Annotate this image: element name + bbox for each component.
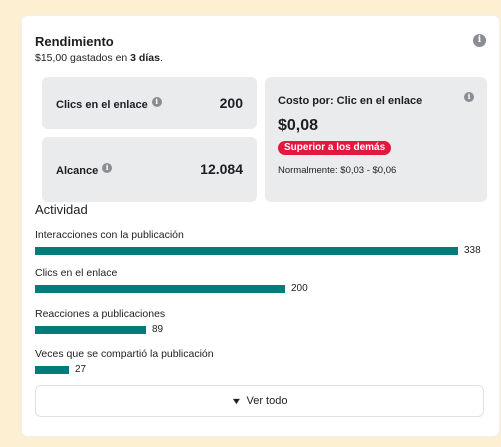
reach-tile: Alcance i 12.084 <box>42 137 257 202</box>
subtitle-suffix: . <box>159 52 163 64</box>
activity-bar-line: 338 <box>35 245 491 258</box>
see-all-button[interactable]: ▼ Ver todo <box>35 385 484 417</box>
cost-per-click-label: Costo por: Clic en el enlace <box>278 95 423 107</box>
link-clicks-value: 200 <box>219 95 243 111</box>
status-badge: Superior a los demás <box>278 141 392 155</box>
activity-row: Clics en el enlace 200 <box>35 267 491 296</box>
activity-row-label: Reacciones a publicaciones <box>35 308 166 320</box>
normal-range-text: Normalmente: $0,03 - $0,06 <box>278 165 397 176</box>
performance-title: Rendimiento <box>35 34 114 49</box>
reach-label: Alcance <box>56 165 99 177</box>
activity-row: Interacciones con la publicación 338 <box>35 229 491 258</box>
info-icon[interactable]: i <box>151 97 162 107</box>
activity-row-label: Interacciones con la publicación <box>35 229 184 241</box>
info-icon[interactable]: i <box>102 163 113 173</box>
activity-bar <box>35 247 458 255</box>
info-icon[interactable]: i <box>464 92 474 102</box>
info-icon[interactable]: i <box>473 34 486 47</box>
activity-bar <box>35 285 285 293</box>
reach-label-wrap: Alcance i <box>56 163 113 177</box>
subtitle-days: 3 días <box>130 52 160 64</box>
activity-bar-value: 338 <box>464 245 481 256</box>
activity-row: Veces que se compartió la publicación 27 <box>35 348 491 377</box>
cost-per-click-value: $0,08 <box>278 117 319 134</box>
activity-bar-line: 27 <box>35 364 491 377</box>
activity-bar-value: 27 <box>75 364 87 375</box>
performance-header: Rendimiento $15,00 gastados en 3 días. i <box>35 34 486 64</box>
reach-value: 12.084 <box>200 161 243 177</box>
activity-row-label: Clics en el enlace <box>35 267 118 279</box>
activity-bar-value: 89 <box>152 324 164 335</box>
activity-bar <box>35 326 146 334</box>
activity-bar-line: 200 <box>35 283 491 296</box>
link-clicks-label: Clics en el enlace <box>56 99 148 111</box>
performance-card: Rendimiento $15,00 gastados en 3 días. i… <box>22 16 499 436</box>
activity-bar <box>35 366 69 374</box>
activity-row: Reacciones a publicaciones 89 <box>35 308 491 337</box>
subtitle-prefix: $15,00 gastados en <box>35 52 131 64</box>
activity-bar-value: 200 <box>291 283 308 294</box>
link-clicks-tile: Clics en el enlace i 200 <box>42 77 257 129</box>
link-clicks-label-wrap: Clics en el enlace i <box>56 97 162 111</box>
activity-title: Actividad <box>35 202 88 217</box>
chevron-down-icon: ▼ <box>230 396 242 406</box>
activity-bar-line: 89 <box>35 324 491 337</box>
see-all-label: Ver todo <box>246 395 288 407</box>
cost-per-click-tile: Costo por: Clic en el enlace i $0,08 Sup… <box>265 77 487 202</box>
activity-row-label: Veces que se compartió la publicación <box>35 348 214 360</box>
performance-subtitle: $15,00 gastados en 3 días. <box>35 52 486 64</box>
